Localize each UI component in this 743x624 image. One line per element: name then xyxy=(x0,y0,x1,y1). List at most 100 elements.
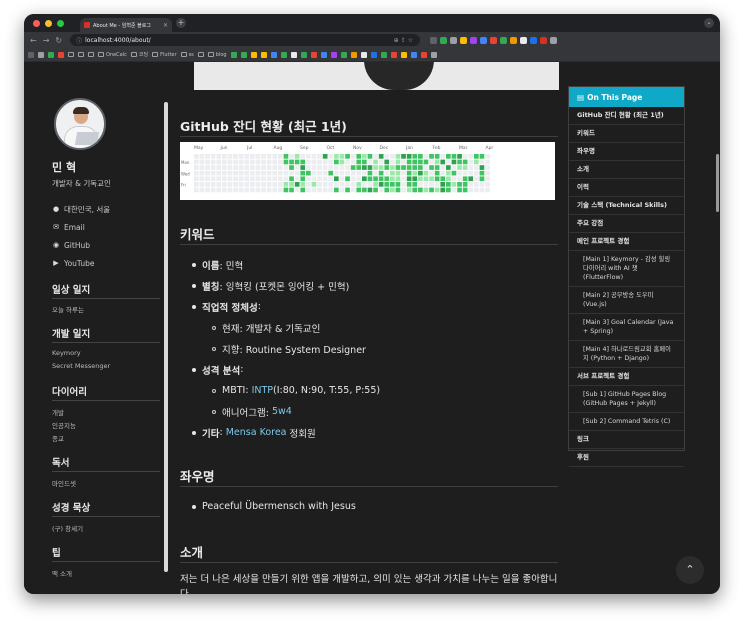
extension-icon[interactable] xyxy=(490,36,498,44)
mensa-link[interactable]: Mensa Korea xyxy=(226,427,287,438)
close-window-button[interactable] xyxy=(33,19,40,27)
extensions-puzzle-icon[interactable] xyxy=(550,36,558,44)
extension-icon[interactable] xyxy=(460,36,468,44)
forward-icon[interactable]: → xyxy=(43,36,50,45)
toc-item[interactable]: 좌우명 xyxy=(569,143,684,161)
reload-icon[interactable]: ↻ xyxy=(55,36,62,45)
bookmark-ss[interactable]: ss xyxy=(180,52,194,58)
extension-icon[interactable] xyxy=(470,36,478,44)
category-title[interactable]: 독서 xyxy=(52,455,69,469)
bookmark-icon[interactable] xyxy=(360,51,367,58)
enneagram-link[interactable]: 5w4 xyxy=(272,406,292,417)
bookmark-icon[interactable] xyxy=(410,51,417,58)
toc-item[interactable]: [Main 1] Keymory - 감성 힐링 다이어리 with AI 챗 … xyxy=(569,251,684,287)
toc-item[interactable]: 기술 스택 (Technical Skills) xyxy=(569,197,684,215)
bookmark-folder[interactable] xyxy=(78,52,84,57)
page-scrollbar[interactable] xyxy=(716,154,719,212)
category-title[interactable]: 다이어리 xyxy=(52,384,87,398)
zoom-window-button[interactable] xyxy=(57,19,64,27)
bookmark-icon[interactable] xyxy=(58,51,64,58)
category-item[interactable]: Secret Messenger xyxy=(52,362,110,370)
extension-icon[interactable] xyxy=(430,36,438,44)
category-item[interactable]: 오늘 하루는 xyxy=(52,304,84,314)
bookmark-blog[interactable]: blog xyxy=(207,52,227,58)
apps-icon[interactable] xyxy=(28,51,34,58)
bookmark-icon[interactable] xyxy=(280,51,287,58)
youtube-link[interactable]: ▶ YouTube xyxy=(52,254,110,272)
toc-item[interactable]: 주요 강점 xyxy=(569,215,684,233)
extension-icon[interactable] xyxy=(450,36,458,44)
new-tab-button[interactable]: + xyxy=(176,18,186,28)
bookmark-icon[interactable] xyxy=(340,51,347,58)
toc-item[interactable]: [Main 4] 하나로드림교회 홈페이지 (Python + Django) xyxy=(569,341,684,368)
extension-icon[interactable] xyxy=(520,36,528,44)
extension-icon[interactable] xyxy=(510,36,518,44)
category-title[interactable]: 팁 xyxy=(52,545,61,559)
toc-item[interactable]: [Main 2] 공부방송 도우미 (Vue.js) xyxy=(569,287,684,314)
bookmark-icon[interactable] xyxy=(230,51,237,58)
bookmark-onecalc[interactable]: OneCalc xyxy=(98,52,127,58)
category-item[interactable]: 종교 xyxy=(52,433,64,443)
site-info-icon[interactable]: ⓘ xyxy=(76,36,82,45)
bookmark-icon[interactable] xyxy=(370,51,377,58)
extension-icon[interactable] xyxy=(440,36,448,44)
bookmark-icon[interactable] xyxy=(350,51,357,58)
browser-tab[interactable]: About Me - 임혁준 블로그 ✕ xyxy=(80,18,172,32)
back-icon[interactable]: ← xyxy=(30,36,37,45)
extension-icon[interactable] xyxy=(530,36,538,44)
bookmark-coding[interactable]: 코딩 xyxy=(130,51,148,58)
category-item[interactable]: Keymory xyxy=(52,349,81,357)
category-title[interactable]: 성경 묵상 xyxy=(52,500,90,514)
tab-close-icon[interactable]: ✕ xyxy=(163,22,168,29)
bookmark-icon[interactable] xyxy=(390,51,397,58)
bookmark-icon[interactable] xyxy=(250,51,257,58)
toc-item[interactable]: [Sub 1] GitHub Pages Blog (GitHub Pages … xyxy=(569,386,684,413)
category-item[interactable]: 맥 소개 xyxy=(52,568,72,578)
bookmark-folder[interactable] xyxy=(68,52,74,57)
address-actions-icon[interactable]: ⊕⇪☆ xyxy=(394,37,415,44)
toc-item[interactable]: [Sub 2] Command Tetris (C) xyxy=(569,413,684,431)
bookmark-icon[interactable] xyxy=(240,51,247,58)
toc-item[interactable]: 메인 프로젝트 경험 xyxy=(569,233,684,251)
address-bar[interactable]: ⓘ localhost:4000/about/ ⊕⇪☆ xyxy=(70,34,421,46)
bookmark-icon[interactable] xyxy=(400,51,407,58)
extension-icon[interactable] xyxy=(500,36,508,44)
bookmark-icon[interactable] xyxy=(48,51,54,58)
bookmark-icon[interactable] xyxy=(420,51,427,58)
toc-item[interactable]: 후원 xyxy=(569,449,684,467)
toc-item[interactable]: GitHub 잔디 현황 (최근 1년) xyxy=(569,107,684,125)
toc-item[interactable]: [Main 3] Goal Calendar (Java + Spring) xyxy=(569,314,684,341)
bookmark-icon[interactable] xyxy=(270,51,277,58)
bookmark-flutter[interactable]: Flutter xyxy=(152,52,177,58)
tab-search-button[interactable]: ⌄ xyxy=(704,18,714,28)
github-link[interactable]: ◉ GitHub xyxy=(52,236,110,254)
category-item[interactable]: 마인드셋 xyxy=(52,478,76,488)
category-item[interactable]: (구) 창세기 xyxy=(52,523,83,533)
bookmark-icon[interactable] xyxy=(290,51,297,58)
scroll-to-top-button[interactable]: ⌃ xyxy=(676,556,704,584)
bookmark-folder[interactable] xyxy=(197,52,204,57)
category-item[interactable]: 개발 xyxy=(52,407,64,417)
bookmark-icon[interactable] xyxy=(260,51,267,58)
toc-item[interactable]: 서브 프로젝트 경험 xyxy=(569,368,684,386)
bookmark-icon[interactable] xyxy=(38,51,44,58)
toc-item[interactable]: 소개 xyxy=(569,161,684,179)
toc-item[interactable]: 링크 xyxy=(569,431,684,449)
extension-icon[interactable] xyxy=(540,36,548,44)
category-item[interactable]: 인공지능 xyxy=(52,420,76,430)
minimize-window-button[interactable] xyxy=(45,19,52,27)
bookmark-folder[interactable] xyxy=(88,52,94,57)
bookmark-icon[interactable] xyxy=(380,51,387,58)
bookmark-icon[interactable] xyxy=(330,51,337,58)
bookmark-icon[interactable] xyxy=(300,51,307,58)
bookmark-icon[interactable] xyxy=(320,51,327,58)
toc-item[interactable]: 이력 xyxy=(569,179,684,197)
toc-item[interactable]: 키워드 xyxy=(569,125,684,143)
email-link[interactable]: ✉ Email xyxy=(52,218,110,236)
sidebar-scrollbar[interactable] xyxy=(164,102,168,572)
extension-icon[interactable] xyxy=(480,36,488,44)
mbti-link[interactable]: INTP xyxy=(252,385,273,396)
bookmark-icon[interactable] xyxy=(430,51,437,58)
category-title[interactable]: 일상 일지 xyxy=(52,282,90,296)
category-title[interactable]: 개발 일지 xyxy=(52,326,90,340)
